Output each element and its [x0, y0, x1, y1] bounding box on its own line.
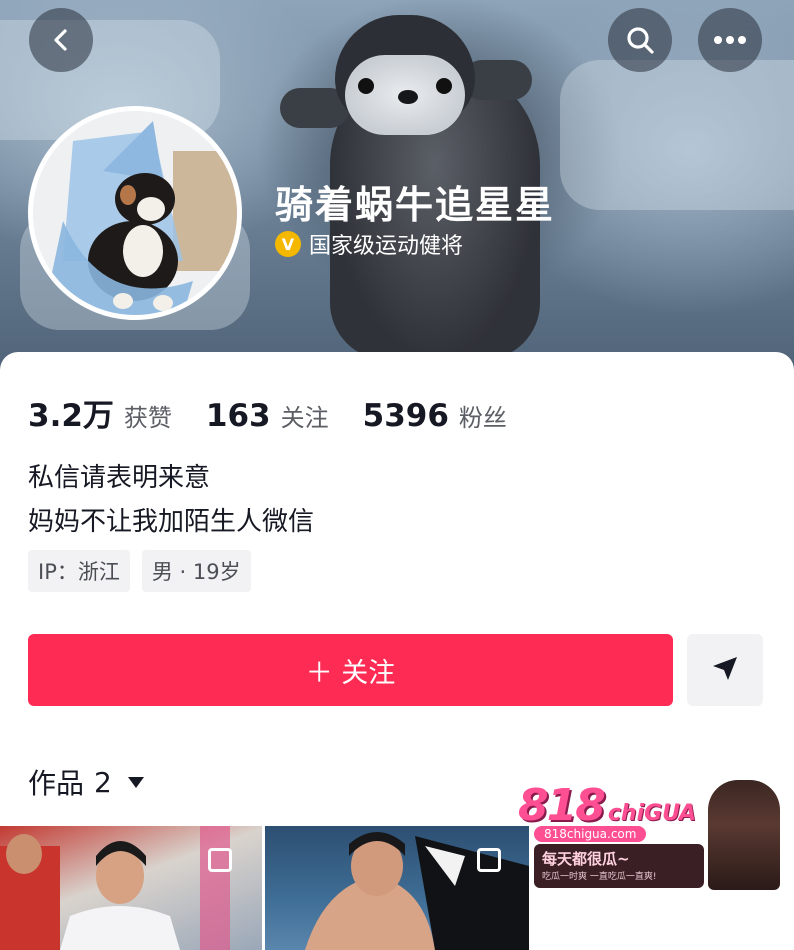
- multi-image-icon: [208, 848, 232, 872]
- bio: 私信请表明来意 妈妈不让我加陌生人微信: [28, 456, 314, 544]
- tab-works-label: 作品: [28, 767, 85, 800]
- tab-works[interactable]: 作品 2: [28, 762, 144, 802]
- stats-row: 3.2万 获赞 163 关注 5396 粉丝: [28, 390, 541, 435]
- tab-works-count: 2: [94, 765, 112, 799]
- stat-followers-label: 粉丝: [458, 404, 507, 432]
- penguin-eye: [436, 78, 452, 94]
- nickname: 骑着蜗牛追星星: [275, 183, 556, 227]
- ip-location-tag: IP：浙江: [28, 550, 130, 592]
- verification-row: V 国家级运动健将: [275, 228, 463, 260]
- video-thumbnail[interactable]: [0, 826, 262, 950]
- watermark-subtext: 吃瓜一时爽 一直吃瓜一直爽!: [542, 872, 657, 882]
- more-icon: [713, 35, 747, 45]
- stat-following-value: 163: [205, 398, 271, 434]
- follow-button[interactable]: ＋ 关注: [28, 634, 673, 706]
- video-thumbnail[interactable]: [265, 826, 529, 950]
- penguin-beak: [398, 90, 418, 104]
- ice-block: [560, 60, 794, 210]
- watermark-slogan: 每天都很瓜~: [542, 850, 630, 868]
- watermark-logo-number: 818: [518, 780, 606, 831]
- watermark-person-image: [708, 780, 780, 890]
- verification-title: 国家级运动健将: [309, 234, 464, 259]
- watermark-logo-brand: chiGUA: [607, 801, 697, 826]
- watermark-ad: 818 chiGUA 818chigua.com 每天都很瓜~ 吃瓜一时爽 一直吃…: [518, 780, 780, 890]
- verified-badge-icon: V: [275, 231, 301, 257]
- back-icon: [47, 26, 75, 54]
- video-thumbnail-image: [305, 832, 529, 950]
- multi-image-icon: [477, 848, 501, 872]
- avatar-dog-wizard-image: [33, 111, 237, 315]
- penguin-eye: [358, 78, 374, 94]
- stat-followers-value: 5396: [362, 398, 449, 434]
- stat-likes-value: 3.2万: [28, 398, 114, 434]
- stat-followers[interactable]: 5396 粉丝: [363, 398, 507, 434]
- watermark-logo: 818 chiGUA: [518, 780, 696, 831]
- profile-tags: IP：浙江 男 · 19岁: [28, 550, 251, 592]
- bio-line: 私信请表明来意: [28, 463, 211, 493]
- send-icon: [710, 653, 740, 687]
- more-button[interactable]: [698, 8, 762, 72]
- stat-likes-label: 获赞: [123, 404, 172, 432]
- bio-line: 妈妈不让我加陌生人微信: [28, 507, 315, 537]
- stat-likes[interactable]: 3.2万 获赞: [28, 390, 172, 435]
- watermark-url: 818chigua.com: [534, 826, 647, 842]
- video-thumbnail-image: [0, 826, 230, 950]
- avatar[interactable]: [28, 106, 242, 320]
- gender-age-tag: 男 · 19岁: [141, 550, 251, 592]
- search-button[interactable]: [608, 8, 672, 72]
- stat-following[interactable]: 163 关注: [206, 398, 329, 434]
- watermark-panel: 每天都很瓜~ 吃瓜一时爽 一直吃瓜一直爽!: [534, 844, 704, 888]
- caret-down-icon: [127, 776, 144, 788]
- search-icon: [623, 23, 657, 57]
- back-button[interactable]: [29, 8, 93, 72]
- message-button[interactable]: [687, 634, 763, 706]
- stat-following-label: 关注: [280, 404, 329, 432]
